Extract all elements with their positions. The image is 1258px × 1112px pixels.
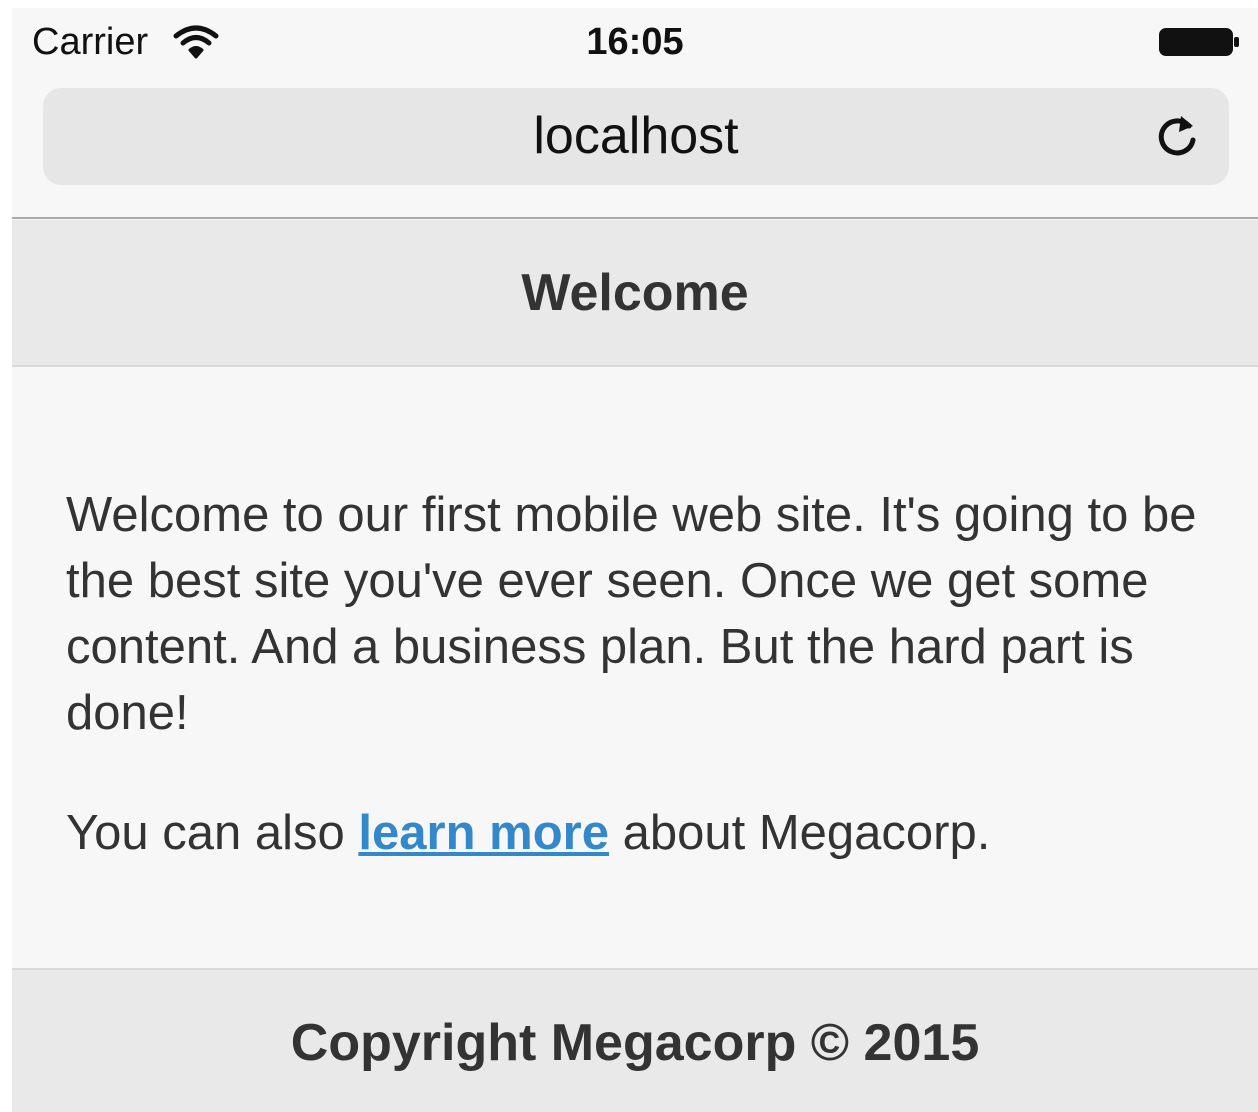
page-header: Welcome — [12, 220, 1258, 367]
intro-paragraph: Welcome to our first mobile web site. It… — [66, 488, 1197, 740]
copyright-text: Copyright Megacorp © 2015 — [290, 1014, 980, 1072]
mobile-browser-window: Carrier 16:05 localhost Welcome Welcome … — [12, 8, 1258, 1112]
paragraph-text-before: You can also — [66, 806, 359, 860]
learn-more-link[interactable]: learn more — [358, 806, 609, 860]
reload-icon[interactable] — [1151, 112, 1203, 164]
clock: 16:05 — [586, 21, 684, 63]
battery-icon — [1158, 26, 1242, 58]
status-bar: Carrier 16:05 — [12, 8, 1258, 76]
address-bar[interactable]: localhost — [43, 88, 1229, 185]
paragraph-text-after: about Megacorp. — [608, 806, 991, 860]
browser-toolbar: localhost — [12, 76, 1258, 219]
learn-more-paragraph: You can also learn more about Megacorp. — [66, 800, 1216, 866]
page-title: Welcome — [521, 264, 749, 322]
url-text[interactable]: localhost — [43, 88, 1229, 185]
page-footer: Copyright Megacorp © 2015 — [12, 968, 1258, 1112]
page-content: Welcome to our first mobile web site. It… — [66, 482, 1216, 920]
